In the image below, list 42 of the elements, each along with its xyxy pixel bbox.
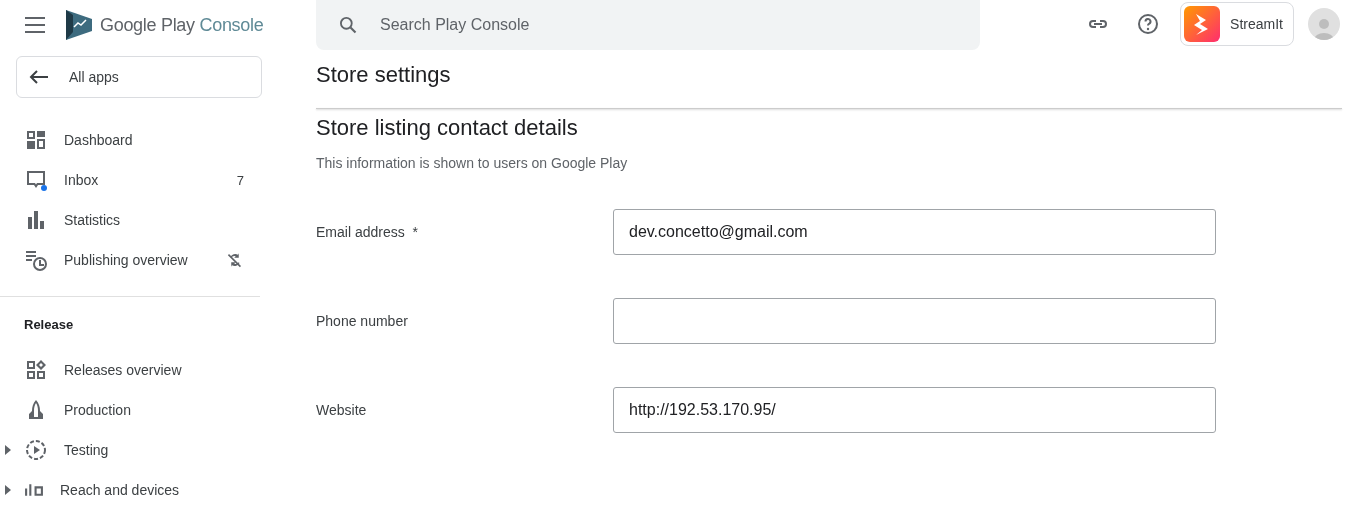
nav-item[interactable]: Publishing overview: [0, 240, 260, 280]
section-title: Release: [23, 316, 75, 334]
devices-chart-icon: [24, 483, 44, 497]
logo-icon: [64, 10, 92, 40]
schedule-list-icon: [24, 248, 48, 272]
search-icon: [338, 15, 358, 35]
input-field[interactable]: [613, 298, 1216, 344]
field-label: Phone number: [316, 313, 409, 329]
count-label: 7: [236, 172, 244, 188]
play-circle-icon: [24, 438, 48, 462]
nav-label: Inbox: [64, 172, 100, 188]
section-description: This information is shown to users on Google Play: [316, 155, 629, 171]
nav-label: Testing: [64, 442, 110, 458]
page-title: Store settings: [316, 62, 452, 89]
input-field[interactable]: http://192.53.170.95/: [613, 387, 1216, 433]
nav-label: Production: [64, 402, 132, 418]
all-apps-button[interactable]: All apps: [16, 56, 262, 98]
app-selector[interactable]: StreamIt: [1180, 2, 1294, 46]
grid-diamond-icon: [24, 358, 48, 382]
nav-item[interactable]: Dashboard: [0, 120, 260, 160]
nav-item[interactable]: Testing: [0, 430, 260, 470]
nav-label: Publishing overview: [64, 252, 189, 268]
nav-label: Statistics: [64, 212, 121, 228]
nav-item[interactable]: Releases overview: [0, 350, 260, 390]
back-arrow-icon: [29, 70, 49, 84]
search-field[interactable]: Search Play Console: [378, 15, 980, 35]
search-bar[interactable]: Search Play Console: [316, 0, 980, 50]
field-label: Email address *: [316, 224, 419, 240]
menu-icon[interactable]: [24, 17, 46, 33]
nav-item[interactable]: Statistics: [0, 200, 260, 240]
nav-label: Reach and devices: [60, 482, 181, 498]
dashboard-icon: [24, 128, 48, 152]
section-heading: Store listing contact details: [316, 115, 579, 141]
nav-label: Releases overview: [64, 362, 183, 378]
field-label: Website: [316, 402, 368, 418]
app-logo-icon: [1184, 6, 1221, 42]
nav-item[interactable]: Inbox 7: [0, 160, 260, 200]
nav-label: Dashboard: [64, 132, 134, 148]
input-field[interactable]: dev.concetto@gmail.com: [613, 209, 1216, 255]
nav-item[interactable]: Reach and devices: [0, 470, 260, 510]
brand-name: Google Play Console: [100, 14, 264, 36]
nav-item[interactable]: Production: [0, 390, 260, 430]
